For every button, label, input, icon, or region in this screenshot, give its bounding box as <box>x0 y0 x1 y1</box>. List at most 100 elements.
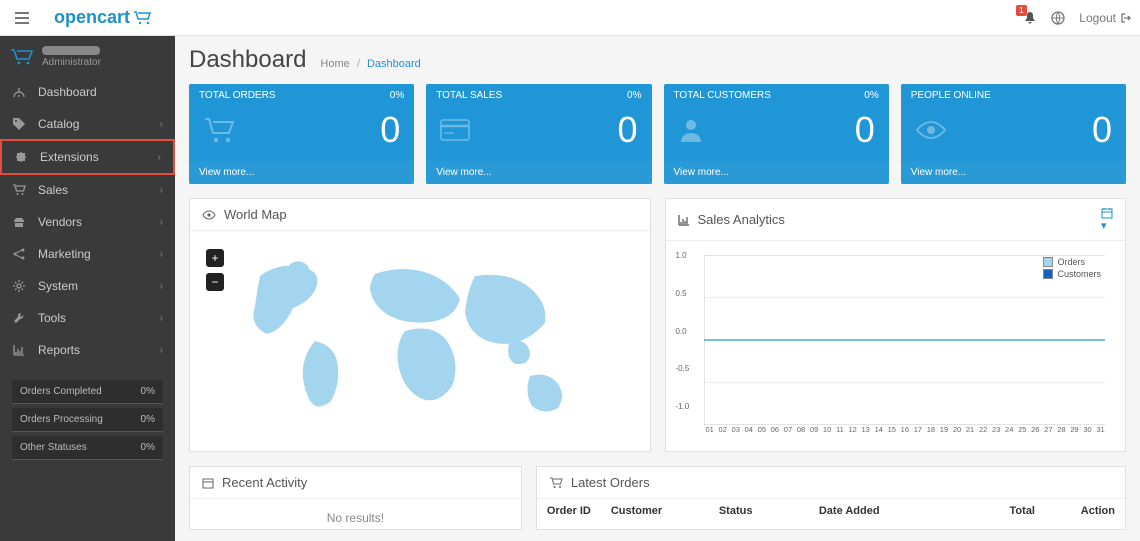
sidebar-user: Administrator <box>0 36 175 76</box>
recent-activity-title: Recent Activity <box>222 475 307 490</box>
sidebar-stat: Other Statuses0% <box>12 436 163 460</box>
sidebar-item-tools[interactable]: Tools › <box>0 302 175 334</box>
brand-name: opencart <box>54 7 130 28</box>
cart-icon <box>12 183 30 197</box>
view-more-link[interactable]: View more... <box>664 161 889 184</box>
latest-orders-header: Order ID Customer Status Date Added Tota… <box>537 499 1125 523</box>
sidebar: Administrator DashboardCatalog›Extension… <box>0 36 175 541</box>
chart-legend: Orders Customers <box>1043 257 1101 281</box>
world-map[interactable] <box>200 241 640 431</box>
map-zoom-out-button[interactable]: − <box>206 273 224 291</box>
sidebar-item-label: Vendors <box>38 215 82 229</box>
brand-cart-icon <box>133 11 153 25</box>
breadcrumb-home[interactable]: Home <box>320 58 349 70</box>
sidebar-item-label: Extensions <box>40 150 99 164</box>
share-icon <box>12 247 30 261</box>
latest-orders-panel: Latest Orders Order ID Customer Status D… <box>536 466 1126 530</box>
card-pct: 0% <box>390 90 404 101</box>
card-title: TOTAL SALES <box>436 90 502 101</box>
chevron-right-icon: › <box>160 249 163 260</box>
world-map-panel: World Map + − <box>189 198 651 452</box>
sales-analytics-title: Sales Analytics <box>698 212 785 227</box>
card-title: PEOPLE ONLINE <box>911 90 991 101</box>
person-icon <box>678 117 704 143</box>
sidebar-item-label: Reports <box>38 343 80 357</box>
globe-icon[interactable] <box>1051 11 1065 25</box>
sidebar-stat: Orders Processing0% <box>12 408 163 432</box>
breadcrumb-current[interactable]: Dashboard <box>367 58 421 70</box>
sidebar-stat: Orders Completed0% <box>12 380 163 404</box>
recent-activity-panel: Recent Activity No results! <box>189 466 522 530</box>
sales-chart: Orders Customers 1.00.50.0-0.5-1.0 <box>676 251 1116 441</box>
notification-badge: 1 <box>1016 5 1026 16</box>
puzzle-icon <box>14 150 32 164</box>
sidebar-cart-icon <box>10 48 34 66</box>
sidebar-item-label: Catalog <box>38 117 79 131</box>
card-pct: 0% <box>627 90 641 101</box>
cart-icon <box>549 477 563 489</box>
notification-bell-icon[interactable]: 1 <box>1023 11 1037 25</box>
sidebar-item-reports[interactable]: Reports › <box>0 334 175 366</box>
card-title: TOTAL CUSTOMERS <box>674 90 771 101</box>
chevron-right-icon: › <box>160 185 163 196</box>
dashboard-icon <box>12 85 30 99</box>
calendar-picker[interactable]: ▾ <box>1101 207 1113 232</box>
sidebar-item-catalog[interactable]: Catalog › <box>0 108 175 140</box>
hamburger-menu-icon[interactable] <box>8 4 36 32</box>
brand-logo[interactable]: opencart <box>54 7 153 28</box>
tag-icon <box>12 117 30 131</box>
calendar-icon <box>202 477 214 489</box>
recent-activity-empty: No results! <box>190 499 521 529</box>
chart-icon <box>12 343 30 357</box>
logout-button[interactable]: Logout <box>1079 11 1132 25</box>
sidebar-item-label: Sales <box>38 183 68 197</box>
sidebar-item-label: Tools <box>38 311 66 325</box>
card-title: TOTAL ORDERS <box>199 90 276 101</box>
view-more-link[interactable]: View more... <box>901 161 1126 184</box>
wrench-icon <box>12 311 30 325</box>
card-pct: 0% <box>864 90 878 101</box>
stat-card-people-online: PEOPLE ONLINE 0 View more... <box>901 84 1126 184</box>
eye-icon <box>202 210 216 220</box>
stat-card-total-orders: TOTAL ORDERS 0% 0 View more... <box>189 84 414 184</box>
latest-orders-title: Latest Orders <box>571 475 650 490</box>
sidebar-item-extensions[interactable]: Extensions › <box>0 139 175 175</box>
sidebar-item-label: Dashboard <box>38 85 97 99</box>
eye-icon <box>915 120 947 140</box>
vendors-icon <box>12 215 30 229</box>
stat-card-total-sales: TOTAL SALES 0% 0 View more... <box>426 84 651 184</box>
chevron-right-icon: › <box>158 152 161 163</box>
breadcrumb: Home / Dashboard <box>320 58 420 70</box>
view-more-link[interactable]: View more... <box>426 161 651 184</box>
sidebar-item-sales[interactable]: Sales › <box>0 174 175 206</box>
chevron-right-icon: › <box>160 217 163 228</box>
view-more-link[interactable]: View more... <box>189 161 414 184</box>
sidebar-username-masked <box>42 46 100 55</box>
page-title: Dashboard <box>189 46 306 74</box>
sidebar-item-system[interactable]: System › <box>0 270 175 302</box>
sidebar-item-label: System <box>38 279 78 293</box>
chevron-right-icon: › <box>160 119 163 130</box>
chevron-right-icon: › <box>160 345 163 356</box>
card-icon <box>440 119 470 141</box>
chevron-right-icon: › <box>160 281 163 292</box>
card-value: 0 <box>855 109 875 151</box>
sidebar-user-role: Administrator <box>42 57 101 68</box>
card-value: 0 <box>380 109 400 151</box>
sales-analytics-panel: Sales Analytics ▾ Orders Customers <box>665 198 1127 452</box>
sidebar-item-label: Marketing <box>38 247 91 261</box>
sidebar-item-dashboard[interactable]: Dashboard <box>0 76 175 108</box>
logout-label: Logout <box>1079 11 1116 25</box>
stat-card-total-customers: TOTAL CUSTOMERS 0% 0 View more... <box>664 84 889 184</box>
map-zoom-in-button[interactable]: + <box>206 249 224 267</box>
logout-icon <box>1120 12 1132 24</box>
card-value: 0 <box>617 109 637 151</box>
sidebar-item-vendors[interactable]: Vendors › <box>0 206 175 238</box>
cart-icon <box>203 116 237 144</box>
world-map-title: World Map <box>224 207 287 222</box>
chart-icon <box>678 214 690 226</box>
sidebar-item-marketing[interactable]: Marketing › <box>0 238 175 270</box>
card-value: 0 <box>1092 109 1112 151</box>
gear-icon <box>12 279 30 293</box>
chevron-right-icon: › <box>160 313 163 324</box>
